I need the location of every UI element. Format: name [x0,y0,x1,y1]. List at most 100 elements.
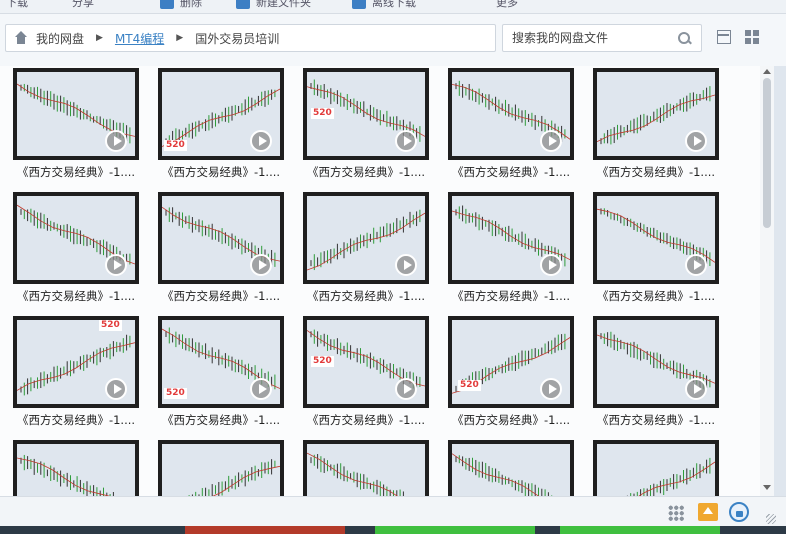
toolbar-label-download: 下载 [6,0,28,9]
video-file-tile[interactable]: 《西方交易经典》-1.... [593,192,719,310]
file-name-label[interactable]: 《西方交易经典》-1.... [593,412,719,428]
video-thumbnail[interactable] [448,192,574,284]
scroll-up-arrow[interactable] [763,69,771,74]
video-file-tile[interactable]: 《西方交易经典》-1.... [593,316,719,434]
video-file-tile[interactable]: 520 《西方交易经典》-1.... [303,316,429,434]
offline-download-button[interactable]: 离线下载 [352,0,416,10]
play-icon[interactable] [250,130,272,152]
resize-grip[interactable] [766,514,776,524]
play-icon[interactable] [540,378,562,400]
chevron-right-icon[interactable]: ▶ [96,33,103,43]
delete-button[interactable]: 删除 [160,0,202,10]
video-thumbnail[interactable] [13,68,139,160]
file-name-label[interactable]: 《西方交易经典》-1.... [13,164,139,180]
breadcrumb: 我的网盘 ▶ MT4编程 ▶ 国外交易员培训 [5,24,496,52]
play-icon[interactable] [105,378,127,400]
video-file-tile[interactable]: 《西方交易经典》-1.... [593,440,719,496]
share-button[interactable]: 分享 [72,0,94,10]
video-thumbnail[interactable]: 520 [158,68,284,160]
play-icon[interactable] [685,254,707,276]
scroll-thumb[interactable] [763,78,771,228]
play-icon[interactable] [685,378,707,400]
video-thumbnail[interactable] [593,192,719,284]
video-file-tile[interactable]: 《西方交易经典》-1.... [593,68,719,186]
play-icon[interactable] [105,130,127,152]
breadcrumb-folder[interactable]: MT4编程 [113,30,166,47]
video-thumbnail[interactable] [593,316,719,408]
video-thumbnail[interactable] [593,68,719,160]
video-thumbnail[interactable] [303,192,429,284]
video-file-tile[interactable]: 520 《西方交易经典》-1.... [448,316,574,434]
breadcrumb-home[interactable]: 我的网盘 [34,30,86,47]
file-name-label[interactable]: 《西方交易经典》-1.... [158,164,284,180]
chevron-right-icon[interactable]: ▶ [176,33,183,43]
video-file-tile[interactable]: 《西方交易经典》-1.... [448,440,574,496]
file-name-label[interactable]: 《西方交易经典》-1.... [593,164,719,180]
play-icon[interactable] [395,130,417,152]
chart-preview-image [597,444,715,496]
upload-icon[interactable] [698,503,718,521]
video-thumbnail[interactable] [303,440,429,496]
play-icon[interactable] [105,254,127,276]
search-input[interactable] [512,31,672,45]
video-thumbnail[interactable] [158,192,284,284]
home-icon[interactable] [14,31,28,45]
play-icon[interactable] [395,254,417,276]
video-file-tile[interactable]: 《西方交易经典》-1.... [303,440,429,496]
top-toolbar: 下载 分享 删除 新建文件夹 离线下载 更多 [0,0,786,14]
video-file-tile[interactable]: 《西方交易经典》-1.... [13,440,139,496]
download-button[interactable]: 下载 [6,0,28,10]
file-name-label[interactable]: 《西方交易经典》-1.... [13,412,139,428]
taskbar-strip [0,526,786,534]
video-file-tile[interactable]: 520 《西方交易经典》-1.... [158,316,284,434]
video-file-tile[interactable]: 《西方交易经典》-1.... [13,68,139,186]
file-name-label[interactable]: 《西方交易经典》-1.... [303,288,429,304]
apps-grid-icon[interactable] [668,505,684,521]
video-thumbnail[interactable]: 520 [13,316,139,408]
video-file-tile[interactable]: 《西方交易经典》-1.... [448,68,574,186]
video-thumbnail[interactable]: 520 [303,316,429,408]
play-icon[interactable] [540,130,562,152]
more-button[interactable]: 更多 [496,0,518,10]
video-file-tile[interactable]: 《西方交易经典》-1.... [13,192,139,310]
play-icon[interactable] [540,254,562,276]
file-name-label[interactable]: 《西方交易经典》-1.... [303,164,429,180]
play-icon[interactable] [250,254,272,276]
file-name-label[interactable]: 《西方交易经典》-1.... [158,288,284,304]
video-file-tile[interactable]: 520 《西方交易经典》-1.... [158,68,284,186]
video-thumbnail[interactable] [13,192,139,284]
video-thumbnail[interactable]: 520 [448,316,574,408]
play-icon[interactable] [685,130,707,152]
video-thumbnail[interactable]: 520 [303,68,429,160]
video-file-tile[interactable]: 《西方交易经典》-1.... [303,192,429,310]
video-thumbnail[interactable] [448,68,574,160]
vertical-scrollbar[interactable] [760,66,774,496]
file-name-label[interactable]: 《西方交易经典》-1.... [448,288,574,304]
video-file-tile[interactable]: 《西方交易经典》-1.... [158,192,284,310]
play-icon[interactable] [395,378,417,400]
file-name-label[interactable]: 《西方交易经典》-1.... [448,412,574,428]
video-file-tile[interactable]: 《西方交易经典》-1.... [448,192,574,310]
video-thumbnail[interactable] [158,440,284,496]
search-icon[interactable] [678,32,691,45]
video-file-tile[interactable]: 《西方交易经典》-1.... [158,440,284,496]
file-name-label[interactable]: 《西方交易经典》-1.... [448,164,574,180]
new-folder-button[interactable]: 新建文件夹 [236,0,311,10]
file-name-label[interactable]: 《西方交易经典》-1.... [303,412,429,428]
video-file-tile[interactable]: 520 《西方交易经典》-1.... [13,316,139,434]
video-thumbnail[interactable] [13,440,139,496]
play-icon[interactable] [250,378,272,400]
grid-view-icon[interactable] [745,30,759,44]
scroll-down-arrow[interactable] [763,485,771,490]
video-file-tile[interactable]: 520 《西方交易经典》-1.... [303,68,429,186]
file-name-label[interactable]: 《西方交易经典》-1.... [13,288,139,304]
lock-icon[interactable] [729,502,749,522]
file-name-label[interactable]: 《西方交易经典》-1.... [593,288,719,304]
channel-logo: 520 [99,320,122,331]
list-view-icon[interactable] [717,30,731,44]
video-thumbnail[interactable] [593,440,719,496]
video-thumbnail[interactable]: 520 [158,316,284,408]
toolbar-label-delete: 删除 [180,0,202,9]
video-thumbnail[interactable] [448,440,574,496]
file-name-label[interactable]: 《西方交易经典》-1.... [158,412,284,428]
